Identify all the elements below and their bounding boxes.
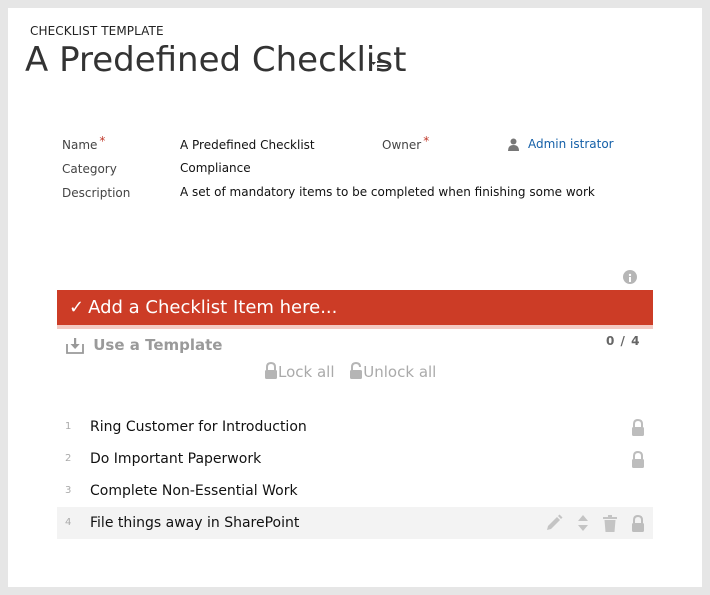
name-label: Name * [62, 134, 106, 152]
entity-type-label: CHECKLIST TEMPLATE [30, 24, 164, 38]
item-text[interactable]: File things away in SharePoint [90, 507, 299, 539]
category-label: Category [62, 162, 117, 176]
lock-icon[interactable] [631, 514, 645, 532]
lock-icon[interactable] [631, 418, 645, 436]
checklist-item[interactable]: 2 Do Important Paperwork [57, 443, 653, 475]
name-field[interactable]: A Predefined Checklist [180, 138, 315, 152]
item-number: 2 [65, 453, 72, 464]
unlock-all-button[interactable]: Unlock all [349, 361, 437, 381]
unlock-icon [349, 361, 363, 381]
completion-counter: 0 / 4 [606, 334, 641, 348]
category-field[interactable]: Compliance [180, 161, 251, 175]
user-icon [508, 138, 519, 154]
use-template-button[interactable]: Use a Template [66, 336, 222, 356]
list-menu-icon[interactable] [371, 58, 391, 74]
lock-icon[interactable] [631, 450, 645, 468]
item-text[interactable]: Do Important Paperwork [90, 443, 261, 475]
owner-link[interactable]: Admin istrator [528, 137, 614, 151]
required-marker: * [423, 134, 430, 148]
required-marker: * [99, 134, 106, 148]
lock-all-label: Lock all [278, 363, 335, 381]
item-number: 3 [65, 485, 72, 496]
unlock-all-label: Unlock all [363, 363, 437, 381]
lock-all-button[interactable]: Lock all [264, 361, 335, 381]
page-title: A Predefined Checklist [25, 40, 407, 80]
item-text[interactable]: Complete Non-Essential Work [90, 475, 298, 507]
add-bar-underline [57, 325, 653, 329]
owner-label: Owner * [382, 134, 430, 152]
pencil-icon[interactable] [545, 514, 563, 532]
trash-icon[interactable] [603, 514, 617, 532]
check-icon: ✓ [69, 297, 85, 318]
add-item-placeholder: Add a Checklist Item here... [88, 297, 338, 318]
checklist-item[interactable]: 4 File things away in SharePoint [57, 507, 653, 539]
description-field[interactable]: A set of mandatory items to be completed… [180, 185, 595, 199]
checklist-items: 1 Ring Customer for Introduction 2 Do Im… [57, 411, 653, 539]
checklist-template-form: CHECKLIST TEMPLATE A Predefined Checklis… [8, 8, 702, 587]
lock-icon [264, 361, 278, 381]
checklist-item[interactable]: 3 Complete Non-Essential Work [57, 475, 653, 507]
updown-arrows-icon[interactable] [577, 514, 589, 532]
checklist-item[interactable]: 1 Ring Customer for Introduction [57, 411, 653, 443]
lock-controls: Lock all Unlock all [264, 361, 446, 381]
info-icon[interactable] [623, 270, 637, 284]
add-checklist-item-input[interactable]: ✓ Add a Checklist Item here... [57, 290, 653, 325]
item-number: 4 [65, 517, 72, 528]
description-label: Description [62, 186, 131, 200]
item-text[interactable]: Ring Customer for Introduction [90, 411, 307, 443]
use-template-label: Use a Template [93, 336, 223, 354]
item-number: 1 [65, 421, 72, 432]
download-icon [66, 337, 88, 355]
